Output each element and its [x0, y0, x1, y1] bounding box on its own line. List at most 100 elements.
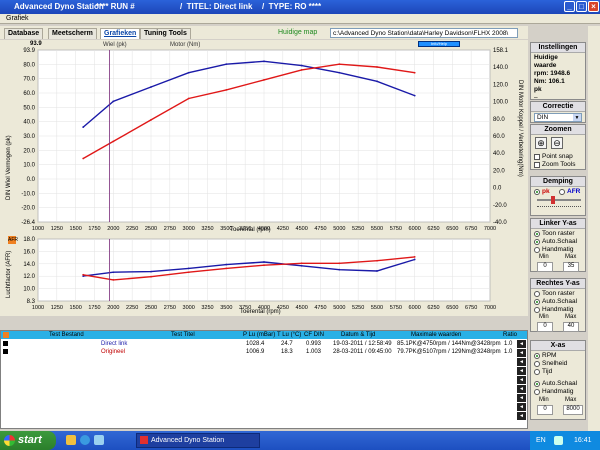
data-point — [338, 63, 341, 66]
window-title-app: Advanced Dyno Station — [14, 2, 104, 11]
row-datum: 19-03-2011 / 12:58:49 — [333, 341, 392, 347]
xas-handmatig[interactable]: Handmatig — [534, 388, 573, 395]
xas-tijd-radio[interactable]: Tijd — [534, 368, 552, 375]
row-scroll-button[interactable]: ◄ — [517, 385, 526, 393]
y-right-tick-label: 120.0 — [493, 82, 509, 88]
x-tick-label: 4750 — [314, 226, 326, 232]
demping-pk-radio[interactable]: pk — [534, 188, 550, 195]
xas-min-field[interactable]: 0 — [537, 405, 553, 415]
path-field[interactable]: c:\Advanced Dyno Station\data\Harley Dav… — [330, 28, 518, 38]
linker-handmatig[interactable]: Handmatig — [534, 246, 573, 253]
afr-chart[interactable]: 18.016.014.012.010.08.31000 1250 1500 1750 2… — [0, 233, 528, 316]
rechter-max-field[interactable]: 40 — [563, 322, 579, 332]
xas-auto-schaal[interactable]: Auto.Schaal — [534, 380, 577, 387]
chevron-down-icon[interactable]: ▼ — [573, 114, 581, 121]
x-tick-label: 5500 — [371, 226, 383, 232]
current-nm: Nm: 106.1 — [534, 78, 565, 85]
data-point — [225, 263, 228, 266]
linker-auto-schaal[interactable]: Auto.Schaal — [534, 238, 577, 245]
data-point — [150, 119, 152, 121]
xas-rpm-radio[interactable]: RPM — [534, 352, 556, 359]
row-marker[interactable] — [3, 349, 8, 354]
x-tick-label: 2500 — [145, 226, 157, 232]
correctie-select[interactable]: DIN ▼ — [534, 113, 582, 122]
demping-panel: Demping pk AFR — [530, 176, 586, 216]
th-datum: Datum & Tijd — [341, 332, 376, 338]
table-row[interactable]: Direct link 1028.4 24.7 0.993 19-03-2011… — [1, 340, 527, 348]
data-point — [376, 270, 378, 272]
row-scroll-button[interactable]: ◄ — [517, 367, 526, 375]
linker-max-field[interactable]: 35 — [563, 262, 579, 272]
table-row[interactable]: Origineel 1006.9 18.3 1.003 28-03-2011 /… — [1, 348, 527, 356]
y-right-tick-label: 80.0 — [493, 117, 505, 123]
network-icon[interactable] — [554, 436, 563, 445]
y-left-tick-label: 93.9 — [23, 48, 35, 54]
x-tick-label: 6250 — [427, 226, 439, 232]
x-tick-label: 1250 — [51, 305, 63, 311]
rechter-toon-raster[interactable]: Toon raster — [534, 290, 575, 297]
power-torque-chart[interactable]: 93.9 80.0 70.0 60.0 50.0 40.0 30.0 20.0 10.0 0.0 -… — [0, 40, 528, 233]
data-point — [187, 271, 190, 274]
tab-grafieken[interactable]: Grafieken — [100, 28, 141, 39]
taskbar — [0, 431, 600, 450]
th-maximale: Maximale waarden — [411, 332, 462, 338]
y-left-tick-label: -20.0 — [21, 206, 35, 212]
huidige-map-button[interactable]: Huidige map — [278, 28, 324, 38]
row-scroll-button[interactable]: ◄ — [517, 358, 526, 366]
row-marker[interactable] — [3, 341, 8, 346]
point-snap-checkbox[interactable]: Point snap — [534, 153, 573, 160]
data-point — [187, 71, 190, 74]
zoom-tools-checkbox[interactable]: Zoom Tools — [534, 161, 575, 168]
data-point — [112, 279, 115, 281]
row-scroll-button[interactable]: ◄ — [517, 412, 526, 420]
tab-database[interactable]: Database — [4, 28, 44, 39]
rechter-auto-schaal[interactable]: Auto.Schaal — [534, 298, 577, 305]
minimize-button[interactable]: _ — [564, 1, 575, 12]
y-left-tick-label: 20.0 — [23, 148, 35, 154]
row-scroll-button[interactable]: ◄ — [517, 403, 526, 411]
linker-y-as-panel: Linker Y-as Toon raster Auto.Schaal Hand… — [530, 218, 586, 272]
close-button[interactable]: × — [588, 1, 599, 12]
data-point — [413, 71, 416, 74]
row-scroll-button[interactable]: ◄ — [517, 349, 526, 357]
y-left-tick-label: 16.0 — [23, 249, 35, 255]
tab-tuning-tools[interactable]: Tuning Tools — [140, 28, 191, 39]
row-scroll-button[interactable]: ◄ — [517, 340, 526, 348]
linker-min-label: Min — [539, 254, 549, 260]
language-indicator[interactable]: EN — [536, 437, 546, 444]
x-tick-label: 2500 — [145, 305, 157, 311]
xas-snelheid-radio[interactable]: Snelheid — [534, 360, 567, 367]
table-header-tag — [3, 332, 9, 338]
xas-max-field[interactable]: 8000 — [563, 405, 583, 415]
zoom-in-icon[interactable]: ⊕ — [535, 137, 547, 149]
quicklaunch-desktop-icon[interactable] — [94, 435, 104, 445]
x-tick-label: 2250 — [126, 305, 138, 311]
rechter-max-label: Max — [565, 314, 577, 320]
quicklaunch-browser-icon[interactable] — [80, 435, 90, 445]
rechter-min-field[interactable]: 0 — [537, 322, 553, 332]
tab-meetscherm[interactable]: Meetscherm — [48, 28, 97, 39]
row-scroll-button[interactable]: ◄ — [517, 394, 526, 402]
demping-slider-handle[interactable] — [551, 196, 555, 204]
zoom-out-icon[interactable]: ⊖ — [551, 137, 563, 149]
linker-min-field[interactable]: 0 — [537, 262, 553, 272]
huidige-waarde-label: Huidige waarde — [534, 54, 558, 69]
linker-toon-raster[interactable]: Toon raster — [534, 230, 575, 237]
x-tick-label: 6000 — [409, 305, 421, 311]
taskbar-item-dyno[interactable]: Advanced Dyno Station — [136, 433, 260, 448]
demping-afr-radio[interactable]: AFR — [559, 188, 580, 195]
x-tick-label: 2000 — [107, 305, 119, 311]
x-tick-label: 5500 — [371, 305, 383, 311]
current-rpm: rpm: 1948.6 — [534, 70, 571, 77]
rechter-handmatig[interactable]: Handmatig — [534, 306, 573, 313]
y-left-tick-label: 10.0 — [23, 287, 35, 293]
demping-slider-track[interactable] — [537, 199, 581, 201]
y-left-tick-label: 70.0 — [23, 77, 35, 83]
row-scroll-button[interactable]: ◄ — [517, 376, 526, 384]
xas-max-label: Max — [565, 397, 577, 403]
quicklaunch-folder-icon[interactable] — [66, 435, 76, 445]
menu-item-grafiek[interactable]: Grafiek — [6, 15, 29, 22]
data-point — [112, 271, 115, 274]
y-left-tick-label: 0.0 — [27, 177, 36, 183]
maximize-button[interactable]: □ — [576, 1, 587, 12]
